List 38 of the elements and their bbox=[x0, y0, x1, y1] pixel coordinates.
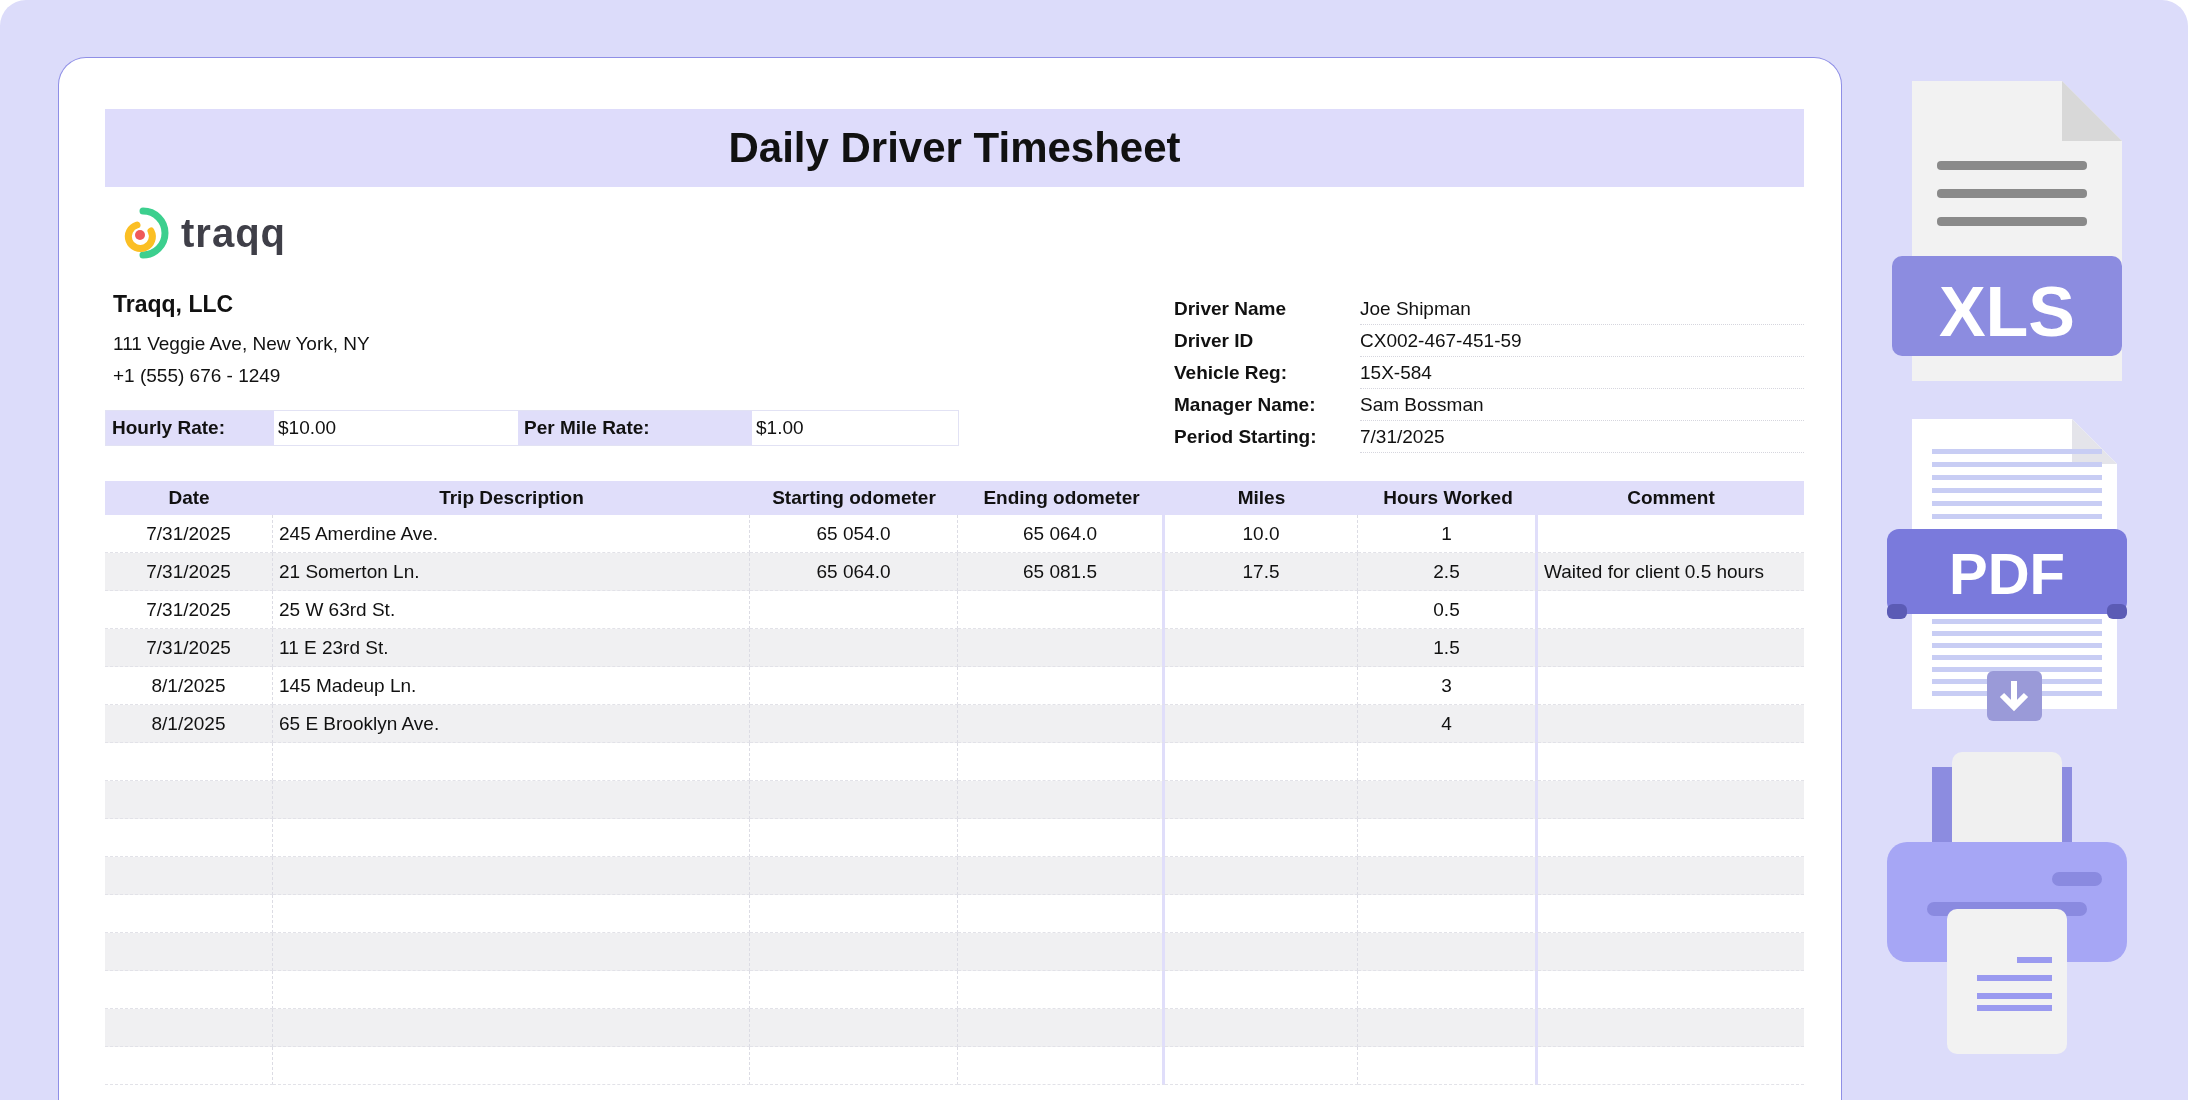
table-cell: 2.5 bbox=[1358, 553, 1538, 591]
table-cell: 17.5 bbox=[1165, 553, 1358, 591]
company-name: Traqq, LLC bbox=[113, 291, 235, 318]
table-cell: 21 Somerton Ln. bbox=[273, 553, 750, 591]
column-header: Starting odometer bbox=[771, 486, 937, 510]
column-header: Date bbox=[167, 486, 211, 510]
table-cell: 7/31/2025 bbox=[105, 629, 273, 667]
field-label: Period Starting: bbox=[1174, 425, 1318, 449]
rate-label: Hourly Rate: bbox=[106, 411, 274, 445]
table-cell: 7/31/2025 bbox=[105, 553, 273, 591]
table-cell: 11 E 23rd St. bbox=[273, 629, 750, 667]
column-header: Miles bbox=[1236, 486, 1287, 510]
table-cell: 4 bbox=[1358, 705, 1538, 743]
field-label: Driver ID bbox=[1174, 329, 1255, 353]
field-label: Driver Name bbox=[1174, 297, 1287, 321]
table-cell: 8/1/2025 bbox=[105, 705, 273, 743]
table-cell: Waited for client 0.5 hours bbox=[1538, 553, 1804, 591]
column-header: Comment bbox=[1626, 486, 1716, 510]
column-header: Hours Worked bbox=[1382, 486, 1514, 510]
field-value: 7/31/2025 bbox=[1360, 421, 1804, 453]
field-label: Vehicle Reg: bbox=[1174, 361, 1288, 385]
field-value: Sam Bossman bbox=[1360, 389, 1804, 421]
logo-icon bbox=[123, 207, 169, 259]
sheet-title: Daily Driver Timesheet bbox=[728, 124, 1181, 172]
column-header: Trip Description bbox=[438, 486, 585, 510]
table-cell: 65 E Brooklyn Ave. bbox=[273, 705, 750, 743]
field-label: Manager Name: bbox=[1174, 393, 1317, 417]
field-value: Joe Shipman bbox=[1360, 293, 1804, 325]
company-phone: +1 (555) 676 - 1249 bbox=[113, 364, 282, 388]
field-value: CX002-467-451-59 bbox=[1360, 325, 1804, 357]
table-cell: 65 081.5 bbox=[958, 553, 1165, 591]
rate-label: Per Mile Rate: bbox=[518, 411, 752, 445]
company-address: 111 Veggie Ave, New York, NY bbox=[113, 332, 371, 356]
logo-wordmark: traqq bbox=[181, 210, 286, 256]
table-cell: 1.5 bbox=[1358, 629, 1538, 667]
table-cell: 65 064.0 bbox=[750, 553, 958, 591]
field-value: 15X-584 bbox=[1360, 357, 1804, 389]
column-header: Ending odometer bbox=[982, 486, 1141, 510]
